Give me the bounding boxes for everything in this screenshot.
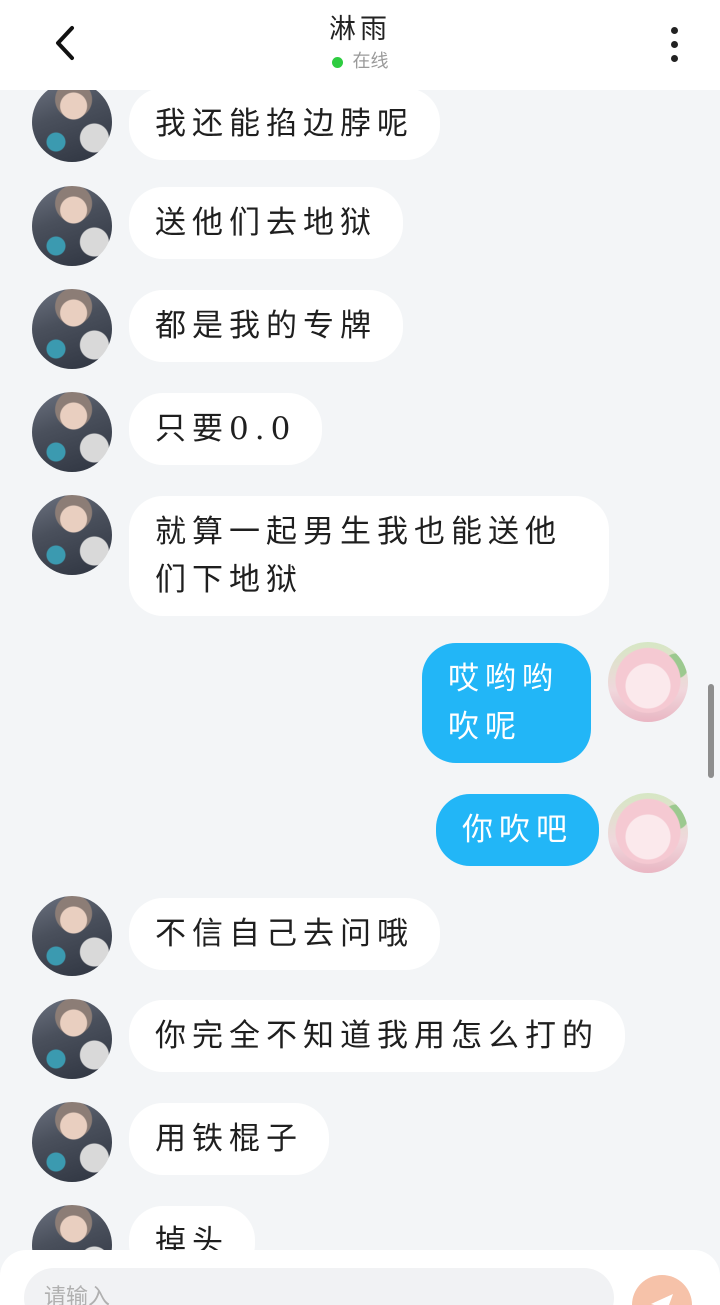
friend-avatar[interactable] <box>32 1102 112 1182</box>
friend-avatar[interactable] <box>32 90 112 162</box>
friend-avatar[interactable] <box>32 1205 112 1250</box>
friend-avatar[interactable] <box>32 186 112 266</box>
friend-avatar[interactable] <box>32 392 112 472</box>
status-text: 在线 <box>352 51 389 72</box>
contact-info: 淋雨 在线 <box>0 12 720 74</box>
my-message-bubble[interactable]: 哎哟哟吹呢 <box>422 643 591 763</box>
message-bubble[interactable]: 用铁棍子 <box>129 1103 329 1175</box>
message-input[interactable]: 请输入 <box>24 1268 614 1305</box>
message-bubble[interactable]: 不信自己去问哦 <box>129 898 440 970</box>
my-message-bubble[interactable]: 你吹吧 <box>436 794 599 866</box>
message-bubble[interactable]: 我还能掐边脖呢 <box>129 90 440 160</box>
message-bubble[interactable]: 都是我的专牌 <box>129 290 403 362</box>
chat-header: 淋雨 在线 <box>0 0 720 90</box>
message-bubble[interactable]: 掉头 <box>129 1206 255 1250</box>
friend-avatar[interactable] <box>32 495 112 575</box>
message-bubble[interactable]: 你完全不知道我用怎么打的 <box>129 1000 625 1072</box>
my-avatar[interactable] <box>608 793 688 873</box>
send-button[interactable] <box>632 1275 692 1305</box>
friend-avatar[interactable] <box>32 999 112 1079</box>
more-options-button[interactable] <box>654 22 694 66</box>
message-bubble[interactable]: 只要0.0 <box>129 393 323 465</box>
send-icon <box>651 1294 673 1305</box>
input-bar: 请输入 <box>0 1250 720 1305</box>
message-bubble[interactable]: 就算一起男生我也能送他们下地狱 <box>129 496 609 616</box>
scrollbar[interactable] <box>708 684 714 778</box>
friend-avatar[interactable] <box>32 896 112 976</box>
more-vertical-icon <box>670 26 678 34</box>
online-dot-icon <box>331 56 343 68</box>
my-avatar[interactable] <box>608 642 688 722</box>
friend-avatar[interactable] <box>32 289 112 369</box>
message-list[interactable]: 我还能掐边脖呢 送他们去地狱 都是我的专牌 只要0.0 就算一起男生我也能送他们… <box>0 90 720 1250</box>
message-bubble[interactable]: 送他们去地狱 <box>129 187 403 259</box>
contact-name: 淋雨 <box>329 14 391 45</box>
online-status: 在线 <box>0 50 720 74</box>
